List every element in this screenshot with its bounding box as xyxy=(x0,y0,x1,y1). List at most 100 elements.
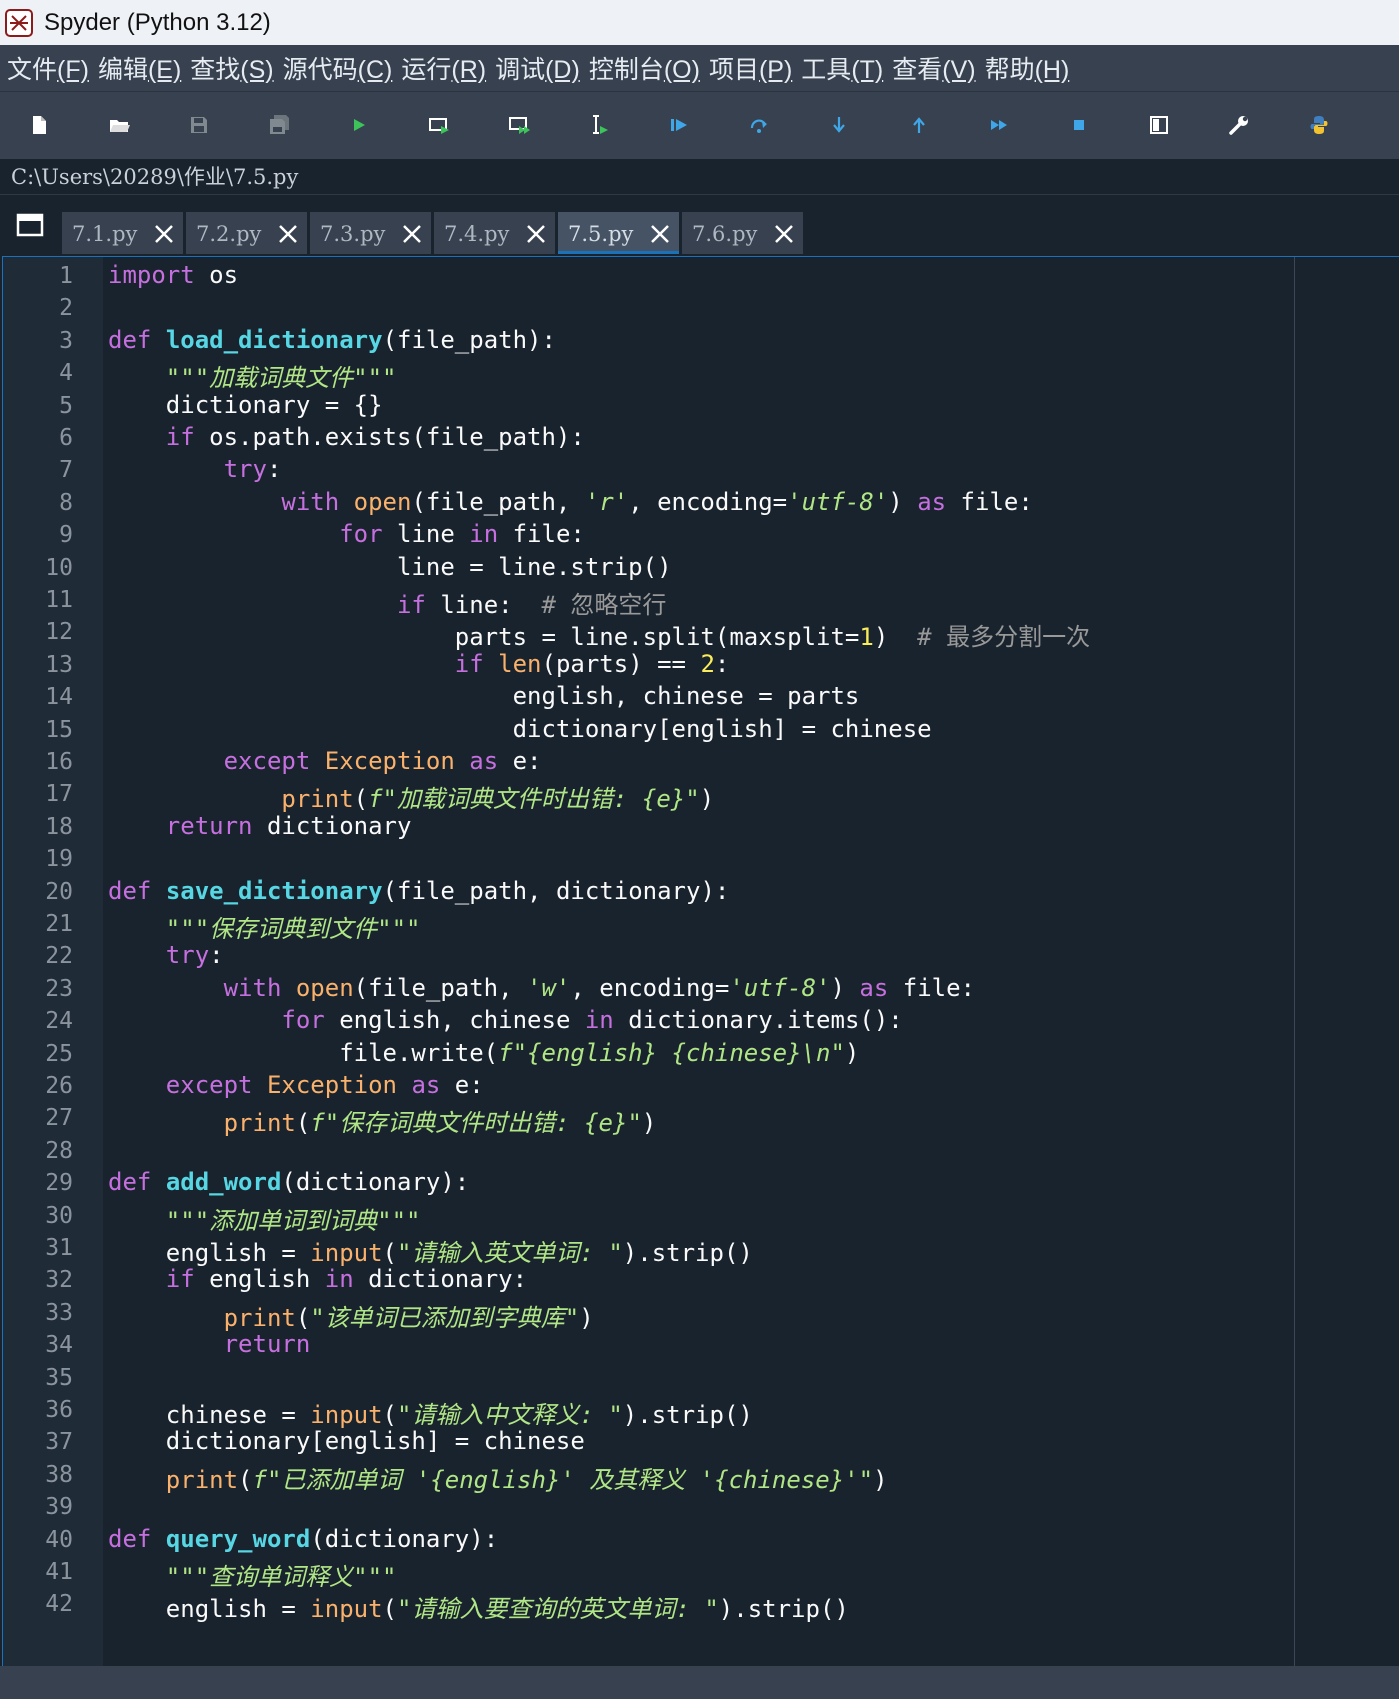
code-token: "请输入中文释义: " xyxy=(397,1401,623,1429)
menu-edit[interactable]: 编辑(E) xyxy=(98,50,181,86)
code-token: if xyxy=(396,591,426,619)
close-tab-icon[interactable] xyxy=(277,223,299,245)
run-cell-advance-icon xyxy=(509,117,530,134)
stop-button[interactable] xyxy=(1060,106,1098,144)
close-tab-icon[interactable] xyxy=(649,223,671,245)
run-cell-button[interactable] xyxy=(420,106,458,144)
menu-debug[interactable]: 调试(D) xyxy=(495,50,580,86)
maximize-pane-button[interactable] xyxy=(1140,106,1178,144)
save-file-button[interactable] xyxy=(180,106,218,144)
debug-button[interactable] xyxy=(660,106,698,144)
tab-7-2[interactable]: 7.2.py xyxy=(186,212,307,254)
debug-step-button[interactable] xyxy=(740,106,778,144)
line-number: 11 xyxy=(45,587,73,613)
tab-7-3[interactable]: 7.3.py xyxy=(310,212,431,254)
tab-7-4[interactable]: 7.4.py xyxy=(434,212,555,254)
menu-run[interactable]: 运行(R) xyxy=(401,50,486,86)
browse-tabs-icon[interactable] xyxy=(16,212,44,238)
step-return-button[interactable] xyxy=(900,106,938,144)
code-token: english = xyxy=(108,1239,311,1267)
code-token: as xyxy=(859,973,889,1002)
menu-view[interactable]: 查看(V) xyxy=(892,50,975,86)
code-token: except xyxy=(165,1071,253,1099)
continue-button[interactable] xyxy=(980,106,1018,144)
close-tab-icon[interactable] xyxy=(153,223,175,245)
code-line: english = input("请输入英文单词: ").strip() xyxy=(108,1233,753,1268)
code-token: ) xyxy=(579,1303,594,1332)
menu-search[interactable]: 查找(S) xyxy=(190,50,273,86)
run-cell-icon xyxy=(429,118,449,134)
code-line: with open(file_path, 'w', encoding='utf-… xyxy=(108,974,975,1002)
close-tab-icon[interactable] xyxy=(525,223,547,245)
code-token: import xyxy=(108,261,195,289)
arrow-up-icon xyxy=(913,117,925,133)
line-number: 20 xyxy=(45,878,73,905)
code-token: ) xyxy=(844,1038,860,1067)
run-selection-button[interactable] xyxy=(580,106,618,144)
code-line: parts = line.split(maxsplit=1) # 最多分割一次 xyxy=(108,617,1090,652)
python-path-button[interactable] xyxy=(1300,106,1338,144)
run-button[interactable] xyxy=(340,106,378,144)
preferences-button[interactable] xyxy=(1220,106,1258,144)
line-number: 42 xyxy=(45,1591,73,1618)
code-token: in xyxy=(469,520,499,549)
line-number: 4 xyxy=(59,360,73,387)
code-token: (dictionary): xyxy=(281,1168,470,1197)
code-token: ) xyxy=(641,1109,657,1138)
code-token: f"{english} {chinese}\n" xyxy=(498,1038,845,1067)
run-cell-advance-button[interactable] xyxy=(500,106,538,144)
code-line: for english, chinese in dictionary.items… xyxy=(108,1006,902,1034)
save-all-button[interactable] xyxy=(260,106,298,144)
code-token: """添加单词到词典""" xyxy=(165,1206,421,1235)
menu-tools[interactable]: 工具(T) xyxy=(801,50,883,86)
menu-consoles[interactable]: 控制台(O) xyxy=(589,50,700,86)
code-token: ).strip() xyxy=(718,1595,849,1624)
menu-help[interactable]: 帮助(H) xyxy=(985,50,1070,86)
code-token: f"保存词典文件时出错: {e}" xyxy=(310,1109,642,1138)
code-line: print(f"已添加单词 '{english}' 及其释义 '{chinese… xyxy=(108,1460,888,1495)
code-token: f"已添加单词 '{english}' 及其释义 '{chinese}'" xyxy=(252,1465,874,1494)
line-number: 22 xyxy=(45,943,73,970)
code-token: , encoding= xyxy=(570,973,730,1002)
code-line: import os xyxy=(108,261,238,289)
menu-file[interactable]: 文件(F) xyxy=(7,50,89,86)
step-into-button[interactable] xyxy=(820,106,858,144)
tab-7-5[interactable]: 7.5.py xyxy=(558,212,679,254)
code-token: e: xyxy=(440,1071,484,1099)
code-token: for xyxy=(339,520,383,549)
close-tab-icon[interactable] xyxy=(773,223,795,245)
code-token: e: xyxy=(498,747,542,775)
code-editor[interactable]: 1 import os 2 3 def load_dictionary(file_pat… xyxy=(2,256,1399,1666)
code-line: def load_dictionary(file_path): xyxy=(108,326,556,354)
line-number: 9 xyxy=(59,522,73,549)
code-token: input xyxy=(310,1401,383,1429)
line-number: 34 xyxy=(45,1332,73,1359)
line-number: 28 xyxy=(45,1137,73,1164)
code-token: print xyxy=(281,785,354,814)
code-token: (file_path): xyxy=(382,325,556,354)
code-token: : xyxy=(209,941,224,970)
tab-7-1[interactable]: 7.1.py xyxy=(62,212,183,254)
wrench-icon xyxy=(1229,116,1248,135)
close-tab-icon[interactable] xyxy=(401,223,423,245)
tab-7-6[interactable]: 7.6.py xyxy=(682,212,803,254)
code-token: return xyxy=(223,1330,311,1359)
new-file-button[interactable] xyxy=(20,106,58,144)
code-line: dictionary[english] = chinese xyxy=(108,1427,585,1455)
menu-projects[interactable]: 项目(P) xyxy=(709,50,792,86)
folder-open-icon xyxy=(110,120,130,132)
menu-source[interactable]: 源代码(C) xyxy=(283,50,393,86)
code-line: print(f"保存词典文件时出错: {e}") xyxy=(108,1103,657,1138)
debug-icon xyxy=(671,119,687,131)
open-file-button[interactable] xyxy=(100,106,138,144)
line-number: 19 xyxy=(45,846,73,873)
